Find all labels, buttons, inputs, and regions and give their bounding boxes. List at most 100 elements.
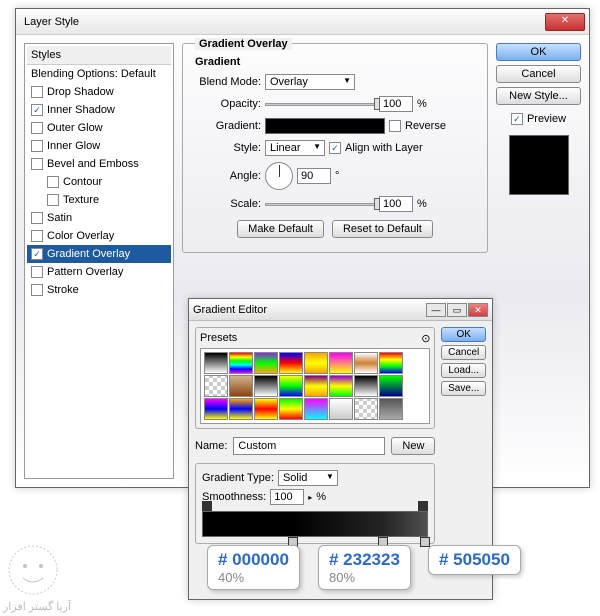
- style-label: Texture: [63, 194, 99, 206]
- style-checkbox[interactable]: [31, 158, 43, 170]
- name-input[interactable]: [233, 437, 385, 455]
- style-item-pattern-overlay[interactable]: Pattern Overlay: [27, 263, 171, 281]
- style-checkbox[interactable]: [31, 86, 43, 98]
- gradient-picker[interactable]: [265, 118, 385, 134]
- preset-swatch[interactable]: [254, 398, 278, 420]
- preset-swatch[interactable]: [279, 352, 303, 374]
- preset-swatch[interactable]: [354, 352, 378, 374]
- preset-swatch[interactable]: [379, 375, 403, 397]
- style-item-drop-shadow[interactable]: Drop Shadow: [27, 83, 171, 101]
- style-checkbox[interactable]: [31, 230, 43, 242]
- style-item-stroke[interactable]: Stroke: [27, 281, 171, 299]
- preset-swatch[interactable]: [329, 375, 353, 397]
- cancel-button[interactable]: Cancel: [496, 65, 581, 83]
- callout-hex: # 232323: [329, 550, 400, 570]
- color-callout: # 000000 40%: [207, 545, 300, 590]
- editor-title: Gradient Editor: [193, 304, 426, 316]
- style-item-inner-shadow[interactable]: Inner Shadow: [27, 101, 171, 119]
- style-checkbox[interactable]: [31, 284, 43, 296]
- style-checkbox[interactable]: [31, 104, 43, 116]
- style-item-texture[interactable]: Texture: [27, 191, 171, 209]
- angle-unit: °: [335, 170, 339, 182]
- preset-swatch[interactable]: [229, 352, 253, 374]
- editor-close-icon[interactable]: ✕: [468, 303, 488, 317]
- preset-swatch[interactable]: [204, 398, 228, 420]
- blending-options-item[interactable]: Blending Options: Default: [27, 65, 171, 83]
- style-label: Drop Shadow: [47, 86, 114, 98]
- opacity-slider[interactable]: [265, 103, 375, 106]
- scale-slider[interactable]: [265, 203, 375, 206]
- callout-hex: # 505050: [439, 550, 510, 570]
- color-stop[interactable]: [420, 537, 430, 547]
- style-label: Pattern Overlay: [47, 266, 123, 278]
- minimize-icon[interactable]: —: [426, 303, 446, 317]
- style-item-outer-glow[interactable]: Outer Glow: [27, 119, 171, 137]
- type-select[interactable]: Solid: [278, 470, 338, 486]
- preset-swatch[interactable]: [304, 375, 328, 397]
- preset-swatch[interactable]: [254, 375, 278, 397]
- make-default-button[interactable]: Make Default: [237, 220, 324, 238]
- styles-header[interactable]: Styles: [27, 46, 171, 65]
- preset-swatch[interactable]: [329, 398, 353, 420]
- style-select[interactable]: Linear: [265, 140, 325, 156]
- callout-hex: # 000000: [218, 550, 289, 570]
- maximize-icon[interactable]: ▭: [447, 303, 467, 317]
- style-checkbox[interactable]: [31, 140, 43, 152]
- reset-default-button[interactable]: Reset to Default: [332, 220, 433, 238]
- preset-swatch[interactable]: [304, 398, 328, 420]
- smooth-input[interactable]: [270, 489, 304, 505]
- style-checkbox[interactable]: [31, 122, 43, 134]
- style-item-contour[interactable]: Contour: [27, 173, 171, 191]
- style-item-inner-glow[interactable]: Inner Glow: [27, 137, 171, 155]
- titlebar[interactable]: Layer Style ✕: [16, 9, 589, 35]
- style-checkbox[interactable]: [47, 194, 59, 206]
- close-icon[interactable]: ✕: [545, 13, 585, 31]
- preset-swatch[interactable]: [229, 375, 253, 397]
- preset-swatch[interactable]: [204, 375, 228, 397]
- load-button[interactable]: Load...: [441, 363, 486, 378]
- style-item-color-overlay[interactable]: Color Overlay: [27, 227, 171, 245]
- editor-cancel-button[interactable]: Cancel: [441, 345, 486, 360]
- name-label: Name:: [195, 440, 227, 452]
- editor-ok-button[interactable]: OK: [441, 327, 486, 342]
- smooth-unit: %: [316, 491, 326, 503]
- gradient-bar[interactable]: [202, 511, 428, 537]
- preset-swatch[interactable]: [379, 352, 403, 374]
- blend-mode-select[interactable]: Overlay: [265, 74, 355, 90]
- new-button[interactable]: New: [391, 437, 435, 455]
- save-button[interactable]: Save...: [441, 381, 486, 396]
- new-style-button[interactable]: New Style...: [496, 87, 581, 105]
- preset-swatch[interactable]: [229, 398, 253, 420]
- style-item-gradient-overlay[interactable]: Gradient Overlay: [27, 245, 171, 263]
- style-label: Inner Shadow: [47, 104, 115, 116]
- style-label: Stroke: [47, 284, 79, 296]
- presets-menu-icon[interactable]: ⊙: [421, 332, 430, 345]
- align-checkbox[interactable]: [329, 142, 341, 154]
- angle-dial[interactable]: [265, 162, 293, 190]
- ok-button[interactable]: OK: [496, 43, 581, 61]
- presets-grid[interactable]: [200, 348, 430, 424]
- angle-input[interactable]: [297, 168, 331, 184]
- preset-swatch[interactable]: [354, 398, 378, 420]
- preset-swatch[interactable]: [304, 352, 328, 374]
- opacity-input[interactable]: [379, 96, 413, 112]
- preset-swatch[interactable]: [204, 352, 228, 374]
- style-checkbox[interactable]: [31, 248, 43, 260]
- reverse-checkbox[interactable]: [389, 120, 401, 132]
- preset-swatch[interactable]: [354, 375, 378, 397]
- callout-pct: 80%: [329, 570, 400, 585]
- preview-checkbox[interactable]: [511, 113, 523, 125]
- preset-swatch[interactable]: [254, 352, 278, 374]
- style-item-bevel-and-emboss[interactable]: Bevel and Emboss: [27, 155, 171, 173]
- editor-titlebar[interactable]: Gradient Editor — ▭ ✕: [189, 299, 492, 321]
- preset-swatch[interactable]: [279, 398, 303, 420]
- opacity-unit: %: [417, 98, 427, 110]
- preset-swatch[interactable]: [329, 352, 353, 374]
- preset-swatch[interactable]: [279, 375, 303, 397]
- style-item-satin[interactable]: Satin: [27, 209, 171, 227]
- style-checkbox[interactable]: [31, 266, 43, 278]
- scale-input[interactable]: [379, 196, 413, 212]
- preset-swatch[interactable]: [379, 398, 403, 420]
- style-checkbox[interactable]: [31, 212, 43, 224]
- style-checkbox[interactable]: [47, 176, 59, 188]
